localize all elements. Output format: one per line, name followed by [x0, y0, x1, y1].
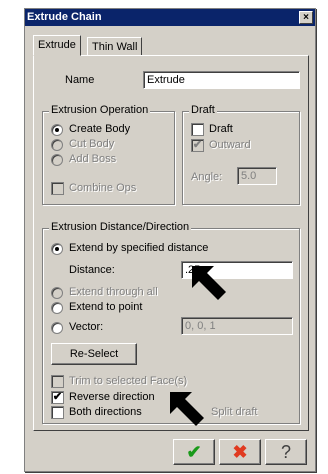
cut-body-label: Cut Body [69, 138, 115, 150]
name-label: Name [65, 74, 95, 86]
draft-checkbox[interactable] [191, 123, 204, 136]
angle-field: 5.0 [237, 167, 277, 185]
combine-ops-label: Combine Ops [69, 182, 137, 194]
distance-direction-title: Extrusion Distance/Direction [49, 221, 192, 233]
tab-extrude[interactable]: Extrude [33, 35, 81, 56]
vector-label: Vector: [69, 321, 104, 333]
close-button[interactable]: × [299, 11, 313, 24]
title-bar[interactable]: Extrude Chain × [25, 9, 315, 26]
extrude-panel: Name Extrude Extrusion Operation Create … [33, 55, 309, 431]
create-body-label: Create Body [69, 123, 131, 135]
create-body-radio[interactable] [51, 124, 63, 136]
ok-button[interactable]: ✔ [173, 439, 215, 465]
draft-label: Draft [209, 123, 233, 135]
combine-ops-checkbox [51, 182, 64, 195]
reverse-direction-label: Reverse direction [69, 391, 155, 403]
outward-label: Outward [209, 139, 251, 151]
distance-label: Distance: [69, 264, 115, 276]
both-directions-checkbox[interactable] [51, 406, 64, 419]
extend-point-label: Extend to point [69, 301, 143, 313]
extrusion-operation-title: Extrusion Operation [49, 104, 151, 116]
annotation-arrow-distance-icon [192, 266, 226, 300]
trim-label: Trim to selected Face(s) [69, 375, 188, 387]
cut-body-radio [51, 139, 63, 151]
cancel-button[interactable]: ✖ [219, 439, 261, 465]
window-title: Extrude Chain [27, 11, 102, 23]
vector-radio[interactable] [51, 322, 63, 334]
trim-checkbox [51, 375, 64, 388]
extrusion-operation-group: Extrusion Operation Create Body Cut Body… [42, 104, 175, 205]
extend-through-radio [51, 287, 63, 299]
add-boss-radio [51, 154, 63, 166]
extend-point-radio[interactable] [51, 302, 63, 314]
extend-specified-radio[interactable] [51, 243, 63, 255]
annotation-arrow-reverse-icon [170, 392, 204, 426]
help-button[interactable]: ? [265, 439, 307, 465]
tab-thin-wall[interactable]: Thin Wall [87, 37, 143, 56]
both-directions-label: Both directions [69, 406, 142, 418]
add-boss-label: Add Boss [69, 153, 117, 165]
extend-through-label: Extend through all [69, 286, 158, 298]
draft-group: Draft Draft ✔ Outward Angle: 5.0 [182, 104, 300, 205]
split-draft-label: Split draft [211, 406, 258, 418]
name-field[interactable]: Extrude [143, 71, 300, 89]
angle-label: Angle: [191, 171, 223, 183]
draft-title: Draft [189, 104, 217, 116]
reselect-button[interactable]: Re-Select [51, 343, 137, 365]
outward-checkbox: ✔ [191, 139, 204, 152]
reverse-direction-checkbox[interactable]: ✔ [51, 391, 64, 404]
extend-specified-label: Extend by specified distance [69, 242, 209, 254]
vector-field: 0, 0, 1 [181, 317, 293, 335]
